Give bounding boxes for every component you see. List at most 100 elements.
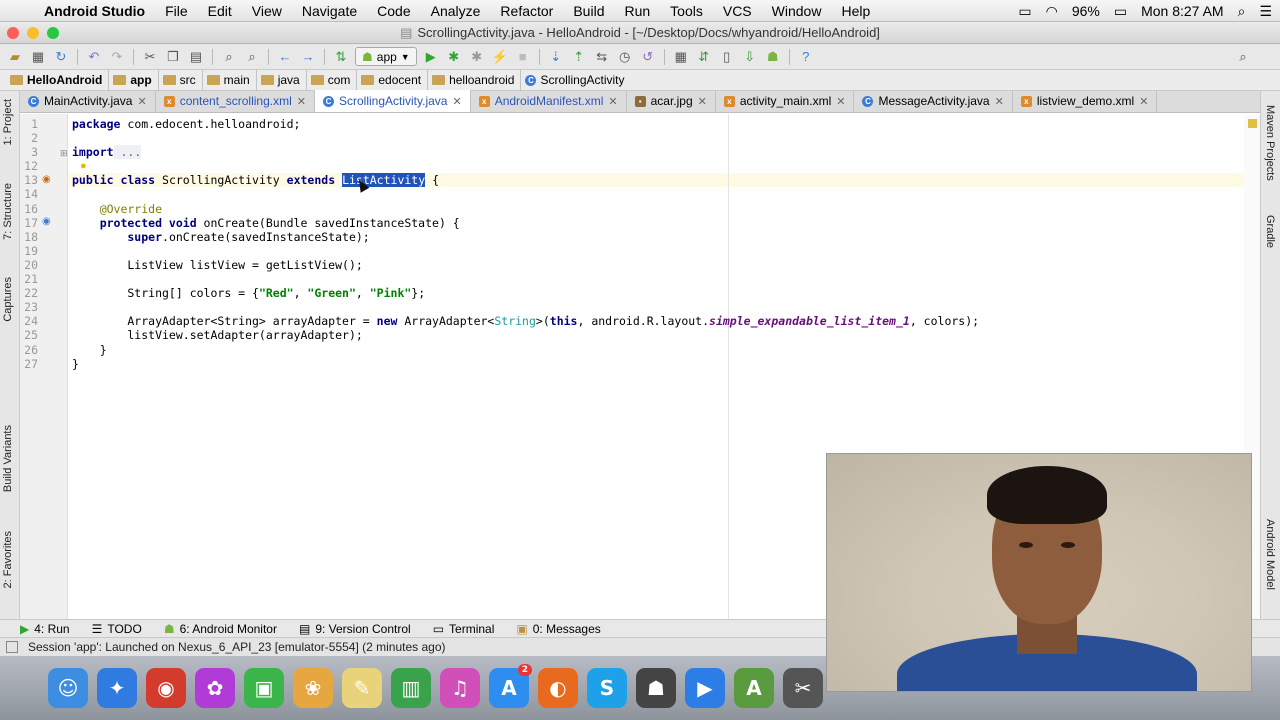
safari-icon[interactable]: ✦ bbox=[97, 668, 137, 708]
help-icon[interactable]: ? bbox=[797, 48, 815, 66]
menu-run[interactable]: Run bbox=[614, 3, 660, 19]
tool-window-project[interactable]: 1: Project bbox=[2, 99, 14, 145]
breadcrumb-src[interactable]: src bbox=[159, 69, 203, 91]
debug-icon[interactable]: ✱ bbox=[445, 48, 463, 66]
finder-icon[interactable]: ☺ bbox=[48, 668, 88, 708]
tab-scrollingactivity[interactable]: C ScrollingActivity.java ✕ bbox=[314, 90, 471, 112]
search-everywhere-icon[interactable]: ⌕ bbox=[1234, 48, 1252, 66]
breadcrumb-java[interactable]: java bbox=[257, 69, 307, 91]
find-icon[interactable]: ⌕ bbox=[220, 48, 238, 66]
copy-icon[interactable]: ❐ bbox=[164, 48, 182, 66]
breadcrumb-edocent[interactable]: edocent bbox=[357, 69, 429, 91]
menu-tools[interactable]: Tools bbox=[660, 3, 713, 19]
back-icon[interactable]: ← bbox=[276, 48, 294, 66]
notes-icon[interactable]: ✎ bbox=[342, 668, 382, 708]
tab-content-scrolling[interactable]: x content_scrolling.xml ✕ bbox=[156, 90, 315, 112]
wifi-icon[interactable]: ◠ bbox=[1046, 3, 1058, 20]
zoom-window-button[interactable] bbox=[47, 27, 59, 39]
notification-center-icon[interactable]: ☰ bbox=[1259, 3, 1272, 20]
close-tab-icon[interactable]: ✕ bbox=[137, 95, 146, 108]
menu-window[interactable]: Window bbox=[762, 3, 832, 19]
breadcrumb-module[interactable]: app bbox=[109, 69, 159, 91]
sync-icon[interactable]: ↻ bbox=[52, 48, 70, 66]
menu-view[interactable]: View bbox=[242, 3, 292, 19]
tool-window-build-variants[interactable]: Build Variants bbox=[2, 425, 14, 492]
tab-messageactivity[interactable]: C MessageActivity.java ✕ bbox=[854, 90, 1013, 112]
vcs-revert-icon[interactable]: ↺ bbox=[639, 48, 657, 66]
apply-changes-icon[interactable]: ⚡ bbox=[491, 48, 509, 66]
menu-code[interactable]: Code bbox=[367, 3, 420, 19]
breadcrumb-project[interactable]: HelloAndroid bbox=[6, 69, 110, 91]
breadcrumb-com[interactable]: com bbox=[307, 69, 358, 91]
override-marker-icon[interactable]: ◉ bbox=[42, 174, 51, 185]
tab-mainactivity[interactable]: C MainActivity.java ✕ bbox=[20, 90, 156, 112]
run-icon[interactable]: ▶ bbox=[422, 48, 440, 66]
battery-icon[interactable]: ▭ bbox=[1114, 3, 1127, 20]
tool-todo[interactable]: ☰ TODO bbox=[92, 622, 142, 636]
breadcrumb-class[interactable]: C ScrollingActivity bbox=[521, 70, 630, 91]
vcs-update-icon[interactable]: ⇣ bbox=[547, 48, 565, 66]
chrome-icon[interactable]: ◉ bbox=[146, 668, 186, 708]
firefox-icon[interactable]: ◐ bbox=[538, 668, 578, 708]
implements-marker-icon[interactable]: ◉ bbox=[42, 216, 51, 227]
android-studio-icon[interactable]: A bbox=[734, 668, 774, 708]
tab-acar[interactable]: ▪ acar.jpg ✕ bbox=[627, 90, 716, 112]
menu-vcs[interactable]: VCS bbox=[713, 3, 762, 19]
fold-icon[interactable]: ⊞ bbox=[60, 148, 68, 159]
menu-refactor[interactable]: Refactor bbox=[490, 3, 563, 19]
airplay-icon[interactable]: ▭ bbox=[1018, 3, 1031, 20]
sync-gradle-icon[interactable]: ⇵ bbox=[695, 48, 713, 66]
tool-version-control[interactable]: ▤ 9: Version Control bbox=[299, 622, 411, 636]
vcs-compare-icon[interactable]: ⇆ bbox=[593, 48, 611, 66]
evernote-icon[interactable]: ☗ bbox=[636, 668, 676, 708]
breadcrumb-main[interactable]: main bbox=[203, 69, 257, 91]
menu-file[interactable]: File bbox=[155, 3, 198, 19]
facetime-icon[interactable]: ▣ bbox=[244, 668, 284, 708]
menu-build[interactable]: Build bbox=[563, 3, 614, 19]
tool-terminal[interactable]: ▭ Terminal bbox=[433, 622, 495, 636]
tab-activity-main[interactable]: x activity_main.xml ✕ bbox=[716, 90, 855, 112]
close-tab-icon[interactable]: ✕ bbox=[297, 95, 306, 108]
app-name-menu[interactable]: Android Studio bbox=[40, 3, 155, 19]
menu-navigate[interactable]: Navigate bbox=[292, 3, 367, 19]
photos-icon[interactable]: ❀ bbox=[293, 668, 333, 708]
status-toggle-icon[interactable] bbox=[6, 641, 18, 653]
clock[interactable]: Mon 8:27 AM bbox=[1141, 3, 1224, 19]
tool-window-structure[interactable]: 7: Structure bbox=[2, 183, 14, 240]
close-tab-icon[interactable]: ✕ bbox=[995, 95, 1004, 108]
close-tab-icon[interactable]: ✕ bbox=[698, 95, 707, 108]
menu-edit[interactable]: Edit bbox=[198, 3, 242, 19]
android-device-monitor-icon[interactable]: ☗ bbox=[764, 48, 782, 66]
stop-icon[interactable]: ■ bbox=[514, 48, 532, 66]
itunes-icon[interactable]: ♫ bbox=[440, 668, 480, 708]
selected-text[interactable]: ListActivity bbox=[342, 173, 426, 188]
skype-icon[interactable]: S bbox=[587, 668, 627, 708]
numbers-icon[interactable]: ▥ bbox=[391, 668, 431, 708]
open-folder-icon[interactable]: ▰ bbox=[6, 48, 24, 66]
breadcrumb-helloandroid[interactable]: helloandroid bbox=[428, 69, 522, 91]
minimize-window-button[interactable] bbox=[27, 27, 39, 39]
spotlight-icon[interactable]: ⌕ bbox=[1238, 3, 1246, 20]
replace-icon[interactable]: ⌕ bbox=[243, 48, 261, 66]
forward-icon[interactable]: → bbox=[299, 48, 317, 66]
tool-window-captures[interactable]: Captures bbox=[2, 277, 14, 322]
tab-androidmanifest[interactable]: x AndroidManifest.xml ✕ bbox=[471, 90, 627, 112]
tool-window-favorites[interactable]: 2: Favorites bbox=[2, 531, 14, 588]
avd-manager-icon[interactable]: ▯ bbox=[718, 48, 736, 66]
attach-debugger-icon[interactable]: ✱ bbox=[468, 48, 486, 66]
close-tab-icon[interactable]: ✕ bbox=[452, 95, 461, 108]
vcs-commit-icon[interactable]: ⇡ bbox=[570, 48, 588, 66]
close-window-button[interactable] bbox=[7, 27, 19, 39]
status-message[interactable]: Session 'app': Launched on Nexus_6_API_2… bbox=[28, 640, 446, 654]
close-tab-icon[interactable]: ✕ bbox=[1139, 95, 1148, 108]
close-tab-icon[interactable]: ✕ bbox=[608, 95, 617, 108]
tool-window-android-model[interactable]: Android Model bbox=[1264, 519, 1276, 590]
menu-analyze[interactable]: Analyze bbox=[421, 3, 491, 19]
vcs-history-icon[interactable]: ◷ bbox=[616, 48, 634, 66]
tool-run[interactable]: ▶ 4: Run bbox=[20, 622, 70, 636]
close-tab-icon[interactable]: ✕ bbox=[836, 95, 845, 108]
paste-icon[interactable]: ▤ bbox=[187, 48, 205, 66]
warning-marker-icon[interactable] bbox=[1248, 119, 1257, 128]
tool-window-gradle[interactable]: Gradle bbox=[1264, 215, 1276, 248]
flower-icon[interactable]: ✿ bbox=[195, 668, 235, 708]
